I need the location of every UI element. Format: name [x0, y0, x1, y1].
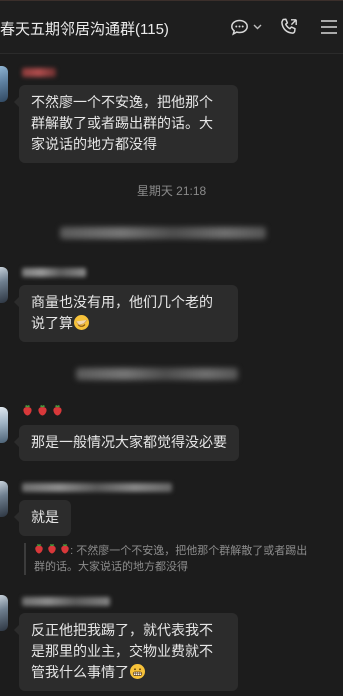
sender-name — [22, 481, 172, 493]
more-menu-button[interactable] — [320, 16, 338, 38]
timestamp: 星期天 21:18 — [136, 184, 207, 198]
strawberry-icon — [34, 543, 44, 557]
avatar[interactable] — [0, 407, 8, 443]
facepalm-emoji-icon — [73, 314, 90, 331]
system-notice — [60, 227, 266, 239]
chat-title: 春天五期邻居沟通群(115) — [0, 21, 169, 38]
avatar[interactable] — [0, 595, 8, 631]
strawberry-icon — [22, 403, 33, 421]
sender-name — [22, 266, 86, 278]
menu-icon — [320, 19, 338, 35]
sender-name — [22, 66, 56, 78]
strawberry-icon — [60, 543, 70, 557]
chevron-down-icon — [253, 24, 262, 30]
message-bubble[interactable]: 商量也没有用，他们几个老的说了算 — [14, 285, 238, 342]
message-text: 反正他把我踢了，就代表我不是那里的业主，交物业费就不管我什么事情了 — [31, 622, 213, 680]
message-bubble[interactable]: 不然廖一个不安逸，把他那个群解散了或者踢出群的话。大家说话的地方都没得 — [14, 85, 238, 163]
avatar[interactable] — [0, 267, 8, 303]
system-notice — [76, 368, 238, 380]
quoted-text: : 不然廖一个不安逸，把他那个群解散了或者踢出群的话。大家说话的地方都没得 — [34, 545, 308, 573]
phone-icon — [279, 17, 299, 37]
message-list[interactable]: 不然廖一个不安逸，把他那个群解散了或者踢出群的话。大家说话的地方都没得 星期天 … — [0, 54, 343, 696]
strawberry-icon — [52, 403, 63, 421]
sender-name — [22, 403, 63, 421]
message-bubble[interactable]: 反正他把我踢了，就代表我不是那里的业主，交物业费就不管我什么事情了 — [14, 613, 238, 691]
chat-options-button[interactable] — [230, 16, 262, 38]
sender-name — [22, 595, 110, 607]
strawberry-icon — [37, 403, 48, 421]
message-text: 商量也没有用，他们几个老的说了算 — [31, 294, 213, 331]
strawberry-icon — [47, 543, 57, 557]
voice-call-button[interactable] — [279, 16, 299, 38]
avatar[interactable] — [0, 66, 8, 102]
quoted-message[interactable]: : 不然廖一个不安逸，把他那个群解散了或者踢出群的话。大家说话的地方都没得 — [24, 543, 310, 575]
message-bubble[interactable]: 那是一般情况大家都觉得没必要 — [14, 425, 239, 461]
chat-header: 春天五期邻居沟通群(115) — [0, 0, 343, 54]
avatar[interactable] — [0, 481, 8, 517]
chat-bubble-icon — [230, 19, 249, 36]
message-bubble[interactable]: 就是 — [14, 500, 71, 536]
grin-emoji-icon — [129, 663, 146, 680]
